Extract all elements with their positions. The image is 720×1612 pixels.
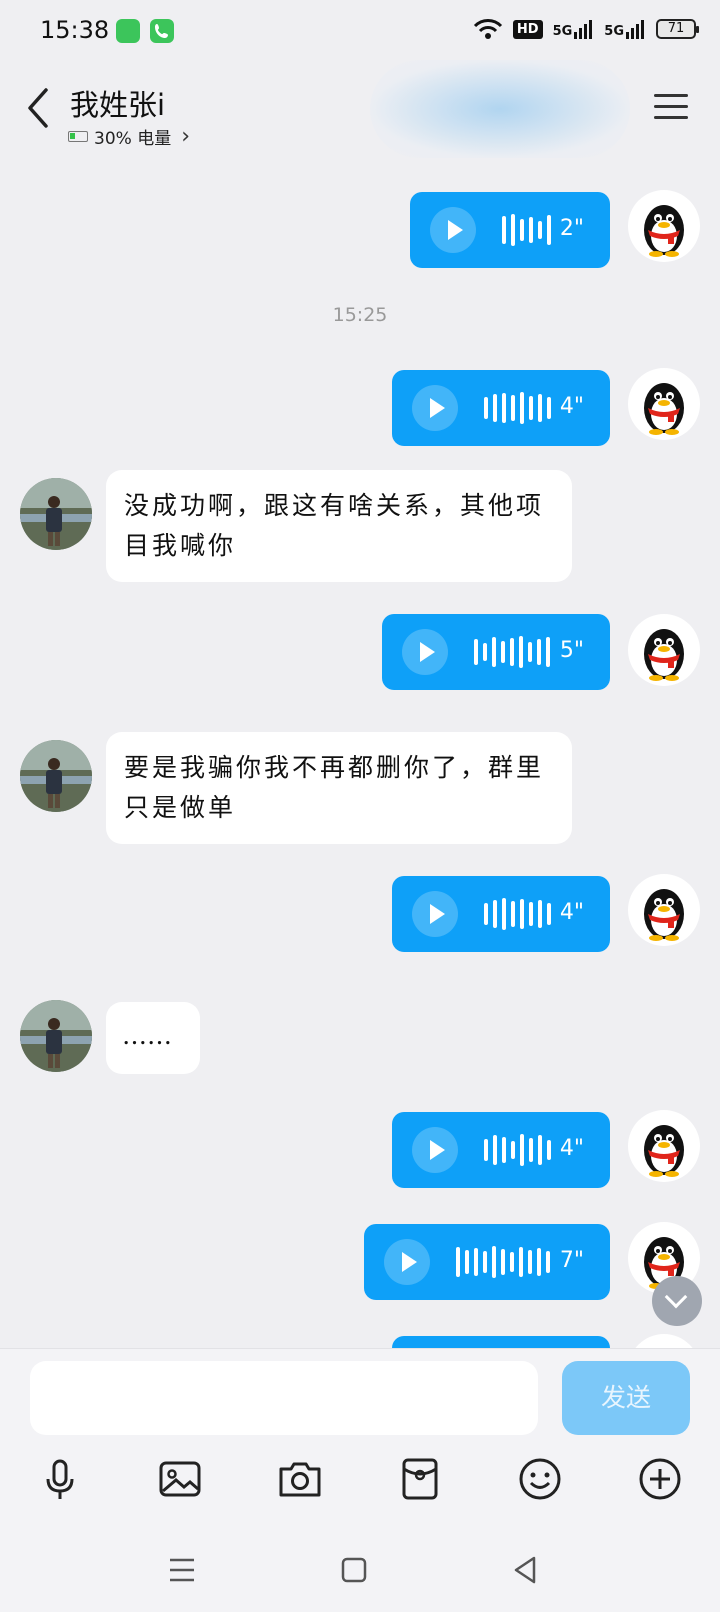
contact-status[interactable]: 30% 电量 › xyxy=(68,124,190,149)
my-avatar[interactable] xyxy=(628,614,700,686)
person-photo-icon xyxy=(20,740,92,812)
play-icon[interactable] xyxy=(412,1127,458,1173)
recent-apps-button[interactable] xyxy=(164,1552,200,1588)
person-photo-icon xyxy=(20,478,92,550)
my-avatar[interactable] xyxy=(628,874,700,946)
image-icon xyxy=(159,1461,201,1497)
plus-icon xyxy=(639,1458,681,1500)
contact-avatar[interactable] xyxy=(20,740,92,812)
voice-message[interactable]: 4" xyxy=(392,1112,610,1188)
my-avatar[interactable] xyxy=(628,1110,700,1182)
timestamp: 15:25 xyxy=(332,304,388,326)
penguin-icon xyxy=(644,1125,684,1177)
input-toolbar xyxy=(0,1455,720,1511)
album-button[interactable] xyxy=(156,1455,204,1503)
voice-message[interactable]: 5" xyxy=(382,614,610,690)
blurred-region xyxy=(370,60,630,158)
voice-duration: 2" xyxy=(559,216,584,241)
waveform-icon xyxy=(484,898,551,930)
penguin-icon xyxy=(644,205,684,257)
play-icon[interactable] xyxy=(430,207,476,253)
red-packet-icon xyxy=(402,1458,438,1500)
red-packet-button[interactable] xyxy=(396,1455,444,1503)
message-input[interactable] xyxy=(30,1361,538,1435)
system-navigation-bar xyxy=(0,1526,720,1612)
hd-icon: HD xyxy=(512,19,543,39)
camera-icon xyxy=(279,1462,321,1497)
play-icon[interactable] xyxy=(412,385,458,431)
chevron-right-icon: › xyxy=(181,124,191,149)
menu-button[interactable] xyxy=(654,94,688,122)
voice-message-partial[interactable] xyxy=(392,1336,610,1348)
voice-duration: 7" xyxy=(559,1248,584,1273)
waveform-icon xyxy=(456,1246,550,1278)
camera-button[interactable] xyxy=(276,1455,324,1503)
contact-avatar[interactable] xyxy=(20,1000,92,1072)
back-arrow-icon xyxy=(28,88,48,128)
penguin-icon xyxy=(628,1334,700,1348)
waveform-icon xyxy=(484,1134,551,1166)
input-area: 发送 xyxy=(0,1348,720,1527)
back-nav-button[interactable] xyxy=(508,1552,544,1588)
microphone-icon xyxy=(46,1459,74,1499)
menu-lines-icon xyxy=(170,1558,194,1582)
scroll-to-bottom-button[interactable] xyxy=(652,1276,702,1326)
voice-message[interactable]: 7" xyxy=(364,1224,610,1300)
play-icon[interactable] xyxy=(412,891,458,937)
play-icon[interactable] xyxy=(402,629,448,675)
waveform-icon xyxy=(474,636,550,668)
voice-message[interactable]: 4" xyxy=(392,370,610,446)
emoji-icon xyxy=(519,1458,561,1500)
contact-avatar[interactable] xyxy=(20,478,92,550)
waveform-icon xyxy=(502,214,551,246)
text-message[interactable]: 要是我骗你我不再都删你了，群里只是做单 xyxy=(106,732,572,844)
back-button[interactable] xyxy=(22,84,56,132)
more-button[interactable] xyxy=(636,1455,684,1503)
voice-message[interactable]: 4" xyxy=(392,876,610,952)
play-icon[interactable] xyxy=(384,1239,430,1285)
status-indicators: HD 5G 5G 71 xyxy=(473,18,699,40)
chat-header: 我姓张i 30% 电量 › xyxy=(0,60,720,158)
my-avatar[interactable] xyxy=(628,1334,700,1348)
signal-icon-2: 5G xyxy=(604,19,646,39)
chat-list[interactable]: 2" 15:25 4" 没成功啊，跟这有啥关系，其他项目我喊你 5" 要是我骗你… xyxy=(0,154,720,1348)
text-message[interactable]: …… xyxy=(106,1002,200,1074)
status-time: 15:38 xyxy=(40,16,110,44)
penguin-icon xyxy=(644,383,684,435)
penguin-icon xyxy=(644,629,684,681)
messages-app-icon xyxy=(116,19,140,43)
my-avatar[interactable] xyxy=(628,190,700,262)
waveform-icon xyxy=(484,392,551,424)
home-button[interactable] xyxy=(336,1552,372,1588)
triangle-back-icon xyxy=(514,1556,536,1584)
voice-message[interactable]: 2" xyxy=(410,192,610,268)
phone-app-icon xyxy=(150,19,174,43)
voice-duration: 4" xyxy=(559,1136,584,1161)
wifi-icon xyxy=(473,19,502,39)
voice-input-button[interactable] xyxy=(36,1455,84,1503)
battery-info-text: 30% 电量 xyxy=(94,129,172,149)
voice-duration: 5" xyxy=(559,638,584,663)
battery-small-icon xyxy=(68,131,88,142)
menu-icon xyxy=(654,94,688,97)
penguin-icon xyxy=(644,889,684,941)
text-message[interactable]: 没成功啊，跟这有啥关系，其他项目我喊你 xyxy=(106,470,572,582)
my-avatar[interactable] xyxy=(628,368,700,440)
emoji-button[interactable] xyxy=(516,1455,564,1503)
person-photo-icon xyxy=(20,1000,92,1072)
battery-icon: 71 xyxy=(656,19,699,39)
square-icon xyxy=(341,1557,367,1583)
voice-duration: 4" xyxy=(559,900,584,925)
status-bar: 15:38 HD 5G 5G 71 xyxy=(0,0,720,64)
voice-duration: 4" xyxy=(559,394,584,419)
send-button[interactable]: 发送 xyxy=(562,1361,690,1435)
signal-icon-1: 5G xyxy=(553,19,595,39)
contact-name[interactable]: 我姓张i xyxy=(70,82,165,124)
